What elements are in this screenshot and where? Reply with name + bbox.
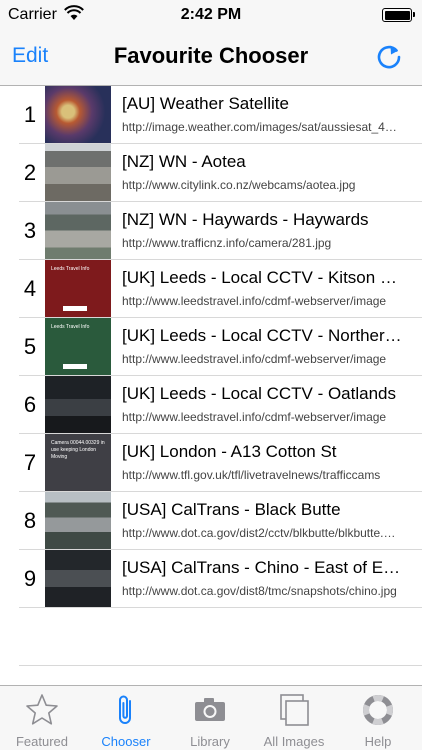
status-bar: Carrier 2:42 PM	[0, 0, 422, 30]
thumbnail-image	[45, 202, 111, 259]
list-item[interactable]: 4 Leeds Travel Info [UK] Leeds - Local C…	[19, 260, 422, 318]
paperclip-icon	[119, 695, 131, 724]
empty-row	[19, 608, 422, 666]
item-number: 9	[23, 566, 37, 591]
thumbnail-image: Camera 00044.00329 in use keeping London…	[45, 434, 111, 491]
list-item[interactable]: 6 [UK] Leeds - Local CCTV - Oatlands htt…	[19, 376, 422, 434]
thumbnail-image	[45, 144, 111, 201]
page-title: Favourite Chooser	[113, 43, 309, 68]
list-item[interactable]: 5 Leeds Travel Info [UK] Leeds - Local C…	[19, 318, 422, 376]
list-item[interactable]: 8 [USA] CalTrans - Black Butte http://ww…	[19, 492, 422, 550]
tab-featured[interactable]: Featured	[0, 686, 84, 750]
tab-label: Library	[190, 734, 230, 749]
thumbnail-logo	[63, 306, 87, 311]
list-item[interactable]: 1 [AU] Weather Satellite http://image.we…	[19, 86, 422, 144]
tab-chooser[interactable]: Chooser	[84, 686, 168, 750]
tab-label: Help	[364, 734, 392, 749]
thumbnail-logo	[63, 364, 87, 369]
thumbnail-caption: Leeds Travel Info	[51, 324, 90, 330]
item-number: 6	[23, 392, 37, 417]
item-title: [NZ] WN - Aotea	[122, 152, 246, 171]
item-title: [USA] CalTrans - Chino - East of Euclid	[122, 558, 402, 577]
item-title: [NZ] WN - Haywards - Haywards	[122, 210, 369, 229]
item-number: 4	[23, 276, 37, 301]
thumbnail-image: Leeds Travel Info	[45, 260, 111, 317]
battery-icon	[382, 8, 415, 22]
item-url: http://www.leedstravel.info/cdmf-webserv…	[122, 352, 387, 366]
thumbnail-caption: Camera 00044.00329 in use keeping London…	[51, 440, 105, 460]
navigation-bar: Edit Favourite Chooser	[0, 30, 422, 86]
item-number: 8	[23, 508, 37, 533]
tab-all-images[interactable]: All Images	[252, 686, 336, 750]
item-url: http://image.weather.com/images/sat/auss…	[122, 120, 398, 134]
clock: 2:42 PM	[180, 6, 242, 23]
favourites-list: 1 [AU] Weather Satellite http://image.we…	[19, 86, 422, 666]
thumbnail-caption: Leeds Travel Info	[51, 266, 90, 272]
images-icon	[280, 694, 309, 726]
star-icon	[26, 694, 58, 725]
thumbnail-image	[45, 86, 111, 143]
item-url: http://www.citylink.co.nz/webcams/aotea.…	[122, 178, 356, 192]
item-number: 3	[23, 218, 37, 243]
thumbnail-image	[45, 376, 111, 433]
item-title: [UK] Leeds - Local CCTV - Oatlands	[122, 384, 397, 403]
tab-label: Featured	[15, 734, 69, 749]
item-url: http://www.leedstravel.info/cdmf-webserv…	[122, 294, 387, 308]
item-title: [UK] London - A13 Cotton St	[122, 442, 337, 461]
list-item[interactable]: 2 [NZ] WN - Aotea http://www.citylink.co…	[19, 144, 422, 202]
list-item[interactable]: 7 Camera 00044.00329 in use keeping Lond…	[19, 434, 422, 492]
item-url: http://www.dot.ca.gov/dist8/tmc/snapshot…	[122, 584, 397, 598]
item-title: [UK] Leeds - Local CCTV - Northern Stree…	[122, 326, 402, 345]
item-number: 1	[23, 102, 37, 127]
thumbnail-image: Leeds Travel Info	[45, 318, 111, 375]
tab-label: All Images	[263, 734, 325, 749]
item-title: [UK] Leeds - Local CCTV - Kitson Road	[122, 268, 402, 287]
refresh-icon[interactable]	[374, 42, 404, 72]
item-url: http://www.tfl.gov.uk/tfl/livetravelnews…	[122, 468, 381, 482]
list-item[interactable]: 3 [NZ] WN - Haywards - Haywards http://w…	[19, 202, 422, 260]
camera-icon	[195, 698, 225, 721]
item-url: http://www.leedstravel.info/cdmf-webserv…	[122, 410, 387, 424]
item-title: [USA] CalTrans - Black Butte	[122, 500, 341, 519]
tab-bar: Featured Chooser Library All Images Help	[0, 685, 422, 750]
thumbnail-image	[45, 492, 111, 549]
tab-label: Chooser	[101, 734, 151, 749]
item-title: [AU] Weather Satellite	[122, 94, 289, 113]
item-number: 2	[23, 160, 37, 185]
tab-help[interactable]: Help	[336, 686, 420, 750]
item-number: 7	[23, 450, 37, 475]
item-url: http://www.trafficnz.info/camera/281.jpg	[122, 236, 332, 250]
item-number: 5	[23, 334, 37, 359]
item-url: http://www.dot.ca.gov/dist2/cctv/blkbutt…	[122, 526, 398, 540]
tab-library[interactable]: Library	[168, 686, 252, 750]
thumbnail-image	[45, 550, 111, 607]
lifebuoy-icon	[363, 695, 393, 725]
list-item[interactable]: 9 [USA] CalTrans - Chino - East of Eucli…	[19, 550, 422, 608]
